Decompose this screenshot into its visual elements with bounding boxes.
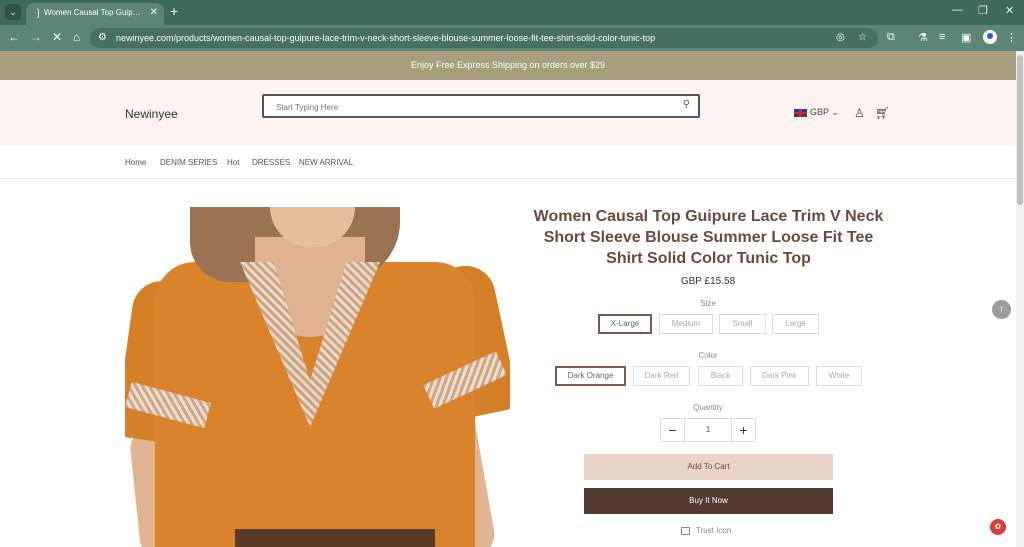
url-text: newinyee.com/products/women-causal-top-g… <box>116 33 656 43</box>
site-header: Newinyee ⚲ GBP ⌄ ♙ 🛒︎ <box>0 80 1016 146</box>
scrollbar-thumb[interactable] <box>1017 55 1023 205</box>
labs-icon[interactable]: ⚗ <box>918 31 928 44</box>
product-image[interactable] <box>125 207 510 547</box>
new-tab-button[interactable]: + <box>170 4 178 18</box>
buy-now-button[interactable]: Buy It Now <box>584 488 833 514</box>
eye-off-icon[interactable]: ◎ <box>836 32 845 43</box>
search-icon[interactable]: ⚲ <box>683 99 690 110</box>
page-scrollbar[interactable] <box>1016 51 1024 547</box>
trust-badge: Trust Icon <box>681 526 731 535</box>
browser-toolbar: ← → ✕ ⌂ ⚙ newinyee.com/products/women-ca… <box>0 25 1024 51</box>
currency-selector[interactable]: GBP ⌄ <box>794 107 839 118</box>
product-title: Women Causal Top Guipure Lace Trim V Nec… <box>533 208 884 267</box>
add-to-cart-button[interactable]: Add To Cart <box>584 454 833 480</box>
search-input[interactable] <box>276 100 656 114</box>
media-icon[interactable]: ≡ <box>939 31 945 43</box>
size-option-large[interactable]: Large <box>772 314 819 334</box>
profile-avatar[interactable] <box>983 30 997 44</box>
address-bar[interactable]: ⚙ newinyee.com/products/women-causal-top… <box>90 28 878 48</box>
quantity-label: Quantity <box>693 403 723 412</box>
color-option-dark-orange[interactable]: Dark Orange <box>555 366 626 386</box>
announcement-bar: Enjoy Free Express Shipping on orders ov… <box>0 51 1016 80</box>
size-option-small[interactable]: Small <box>719 314 766 334</box>
account-icon[interactable]: ♙ <box>854 106 865 120</box>
tab-search-button[interactable]: ⌄ <box>5 4 21 20</box>
color-label: Color <box>698 351 718 360</box>
nav-item-new-arrival[interactable]: NEW ARRIVAL <box>299 158 353 167</box>
browser-tab[interactable]: ❳ Women Causal Top Guipure La ✕ <box>26 3 164 25</box>
main-nav: Home DENIM SERIES Hot DRESSES NEW ARRIVA… <box>0 146 1016 179</box>
color-option-dark-pink[interactable]: Dark Pink <box>750 366 809 386</box>
minimize-icon[interactable]: — <box>952 4 963 16</box>
nav-item-denim-series[interactable]: DENIM SERIES <box>160 158 217 167</box>
trust-label: Trust Icon <box>696 526 732 535</box>
close-icon[interactable]: ✕ <box>150 7 158 18</box>
color-option-dark-red[interactable]: Dark Red <box>633 366 690 386</box>
nav-item-dresses[interactable]: DRESSES <box>252 158 290 167</box>
stop-icon[interactable]: ✕ <box>52 31 62 43</box>
restore-icon[interactable]: ❐ <box>978 4 988 17</box>
home-icon[interactable]: ⌂ <box>73 31 80 43</box>
browser-tab-bar: ⌄ ❳ Women Causal Top Guipure La ✕ + — ❐ … <box>0 0 1024 25</box>
size-option-medium[interactable]: Medium <box>659 314 713 334</box>
tab-title: Women Causal Top Guipure La <box>44 8 144 17</box>
extensions-icon[interactable]: ⧉ <box>887 31 895 44</box>
quantity-decrease-button[interactable]: − <box>661 419 685 441</box>
color-option-black[interactable]: Black <box>698 366 743 386</box>
loading-icon: ❳ <box>34 8 43 19</box>
side-panel-icon[interactable]: ▣ <box>961 31 971 44</box>
bookmark-star-icon[interactable]: ☆ <box>858 32 867 43</box>
size-label: Size <box>700 299 716 308</box>
nav-item-hot[interactable]: Hot <box>227 158 239 167</box>
quantity-value[interactable]: 1 <box>685 419 731 441</box>
search-box[interactable]: ⚲ <box>262 94 700 118</box>
quantity-increase-button[interactable]: + <box>731 419 755 441</box>
color-option-white[interactable]: White <box>816 366 862 386</box>
window-close-icon[interactable]: ✕ <box>1005 4 1014 17</box>
chat-widget-icon[interactable]: ✿ <box>990 519 1006 535</box>
image-belt <box>235 529 435 547</box>
forward-icon[interactable]: → <box>30 31 42 43</box>
nav-item-home[interactable]: Home <box>125 158 146 167</box>
cart-icon[interactable]: 🛒︎ <box>875 106 890 120</box>
currency-label: GBP <box>810 107 829 117</box>
menu-icon[interactable]: ⋮ <box>1006 31 1017 44</box>
size-option-x-large[interactable]: X-Large <box>598 314 652 334</box>
uk-flag-icon <box>794 108 807 117</box>
product-price: GBP £15.58 <box>680 276 736 287</box>
scroll-to-top-button[interactable]: ↑ <box>992 300 1011 319</box>
site-info-icon[interactable]: ⚙ <box>98 32 107 43</box>
quantity-stepper: − 1 + <box>660 418 756 442</box>
trust-icon <box>681 526 690 535</box>
back-icon[interactable]: ← <box>8 31 20 43</box>
site-logo[interactable]: Newinyee <box>125 107 178 121</box>
chevron-down-icon: ⌄ <box>831 107 839 117</box>
